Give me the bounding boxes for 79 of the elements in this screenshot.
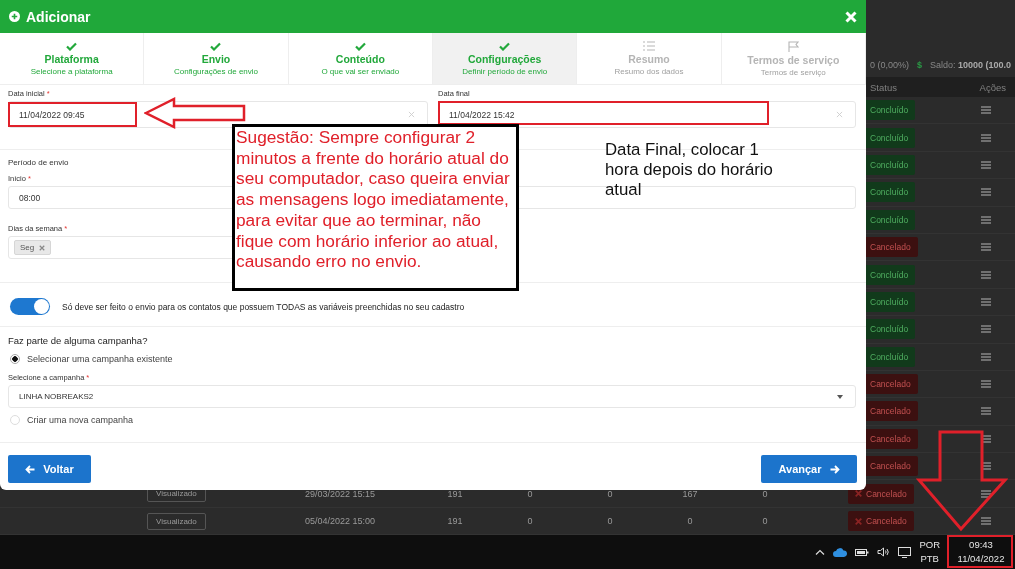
back-button[interactable]: Voltar [8,455,91,483]
menu-icon[interactable] [981,160,991,169]
table-cell: 167 [682,488,698,499]
clock-time[interactable]: 09:43 [969,538,993,552]
step-subtitle: Configurações de envio [173,66,258,76]
list-icon [643,41,655,51]
dialog-title: Adicionar [26,8,91,25]
step-subtitle: Definir período de envio [462,66,548,76]
table-cell: 0 [762,488,768,499]
menu-icon[interactable] [981,215,991,224]
table-cell: 0 [607,488,613,499]
monitor-icon[interactable] [898,546,912,558]
menu-icon[interactable] [981,188,991,197]
menu-icon[interactable] [981,462,991,471]
language-text[interactable]: POR [919,538,940,552]
campaign-select[interactable]: LINHA NOBREAKS2 [8,385,856,408]
chevron-up-icon[interactable] [815,549,826,555]
clock-date[interactable]: 11/04/2022 [957,552,1005,566]
table-cell: 29/03/2022 15:15 [305,488,376,499]
menu-icon[interactable] [981,407,991,416]
menu-icon[interactable] [981,270,991,279]
menu-icon[interactable] [981,517,991,526]
plus-circle-icon [9,11,20,22]
battery-icon[interactable] [855,547,870,557]
table-cell: 05/04/2022 15:00 [305,516,376,527]
currency-icon: $ [917,60,923,70]
check-icon [210,41,222,51]
toggle-switch[interactable] [10,298,50,315]
close-icon[interactable] [845,10,857,23]
caret-icon [837,394,843,399]
menu-icon[interactable] [981,380,991,389]
cloud-icon[interactable] [833,547,848,557]
table-cell: 0 [607,516,613,527]
table-cell: 191 [447,488,463,499]
weekday-chip[interactable]: Seg [14,240,52,255]
status-badge: Cancelado [848,483,914,504]
column-header: Status [870,81,897,93]
radio-label: Selecionar uma campanha existente [27,354,173,364]
table-cell: 191 [447,516,463,527]
menu-icon[interactable] [981,133,991,142]
check-icon [354,41,366,51]
radio-button[interactable] [10,354,20,364]
menu-icon[interactable] [981,352,991,361]
balance-text: Saldo: 10000 (100.0 [930,60,1012,70]
status-badge: Cancelado [848,511,914,532]
table-cell: 0 [527,516,533,527]
menu-icon[interactable] [981,297,991,306]
speaker-icon[interactable] [877,547,891,557]
remove-icon[interactable] [39,244,46,251]
toggle-label: Só deve ser feito o envio para os contatos que possuem TODAS as variáveis preenchidas no seu cadastro [62,301,465,312]
menu-icon[interactable] [981,434,991,443]
section-title: Período de envio [8,158,69,167]
menu-icon[interactable] [981,106,991,115]
check-icon [499,41,511,51]
menu-icon[interactable] [981,489,991,498]
menu-icon[interactable] [981,243,991,252]
next-button[interactable]: Avançar [761,455,857,483]
step-subtitle: Termos de serviço [760,67,826,77]
table-cell: 0 [687,516,693,527]
check-icon [66,41,78,51]
table-cell: 0 [527,488,533,499]
column-header: Ações [979,81,1006,93]
arrow-left-icon [25,464,36,474]
step-subtitle: O que vai ser enviado [321,66,400,76]
radio-label: Criar uma nova campanha [27,415,134,425]
x-icon [855,517,862,525]
highlight-frame [947,535,1013,568]
question-text: Faz parte de alguma campanha? [8,335,148,346]
x-icon [855,490,862,498]
step-subtitle: Resumo dos dados [614,67,684,76]
table-cell: 0 [762,516,768,527]
menu-icon[interactable] [981,325,991,334]
flag-icon [787,40,799,52]
view-button[interactable]: Visualizado [147,512,206,530]
summary-text: 0 (0,00%) [870,60,910,70]
note-text: Data Final, colocar 1 hora depois do horário atual [605,140,774,200]
layout-text[interactable]: PTB [920,552,939,566]
arrow-right-icon [829,464,840,474]
step-subtitle: Selecione a plataforma [30,66,113,76]
